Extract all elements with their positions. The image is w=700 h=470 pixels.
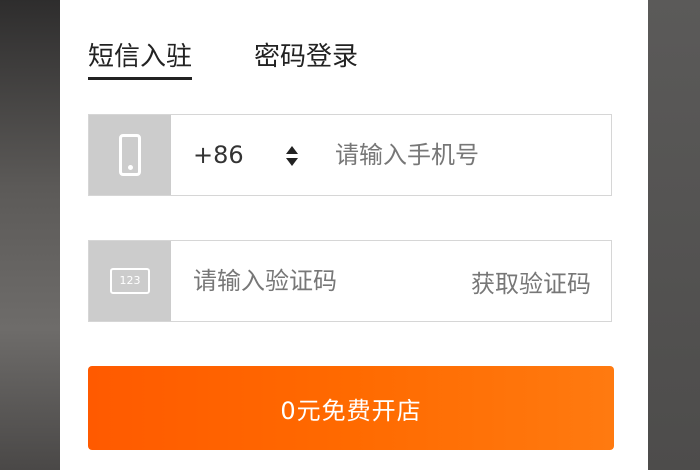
free-open-store-button[interactable]: 0元免费开店 [88, 366, 614, 450]
phone-input[interactable] [335, 115, 605, 195]
tab-password-login[interactable]: 密码登录 [254, 40, 358, 74]
backdrop-left-shade [0, 0, 60, 470]
tab-sms-register[interactable]: 短信入驻 [88, 40, 193, 80]
backdrop-right-shade [648, 0, 700, 470]
code-icon-box: 123 [89, 241, 171, 321]
up-down-arrows-icon[interactable] [285, 145, 299, 167]
login-panel: 短信入驻 密码登录 +86 123 获取验证码 0元免费开店 [60, 0, 648, 470]
verification-code-field: 123 获取验证码 [88, 240, 612, 322]
country-code-selector[interactable]: +86 [193, 115, 244, 195]
verification-code-input[interactable] [193, 241, 443, 321]
get-code-button[interactable]: 获取验证码 [471, 241, 591, 321]
phone-icon-box [89, 115, 171, 195]
phone-field: +86 [88, 114, 612, 196]
mobile-phone-icon [119, 134, 141, 176]
number-code-icon: 123 [110, 268, 150, 294]
